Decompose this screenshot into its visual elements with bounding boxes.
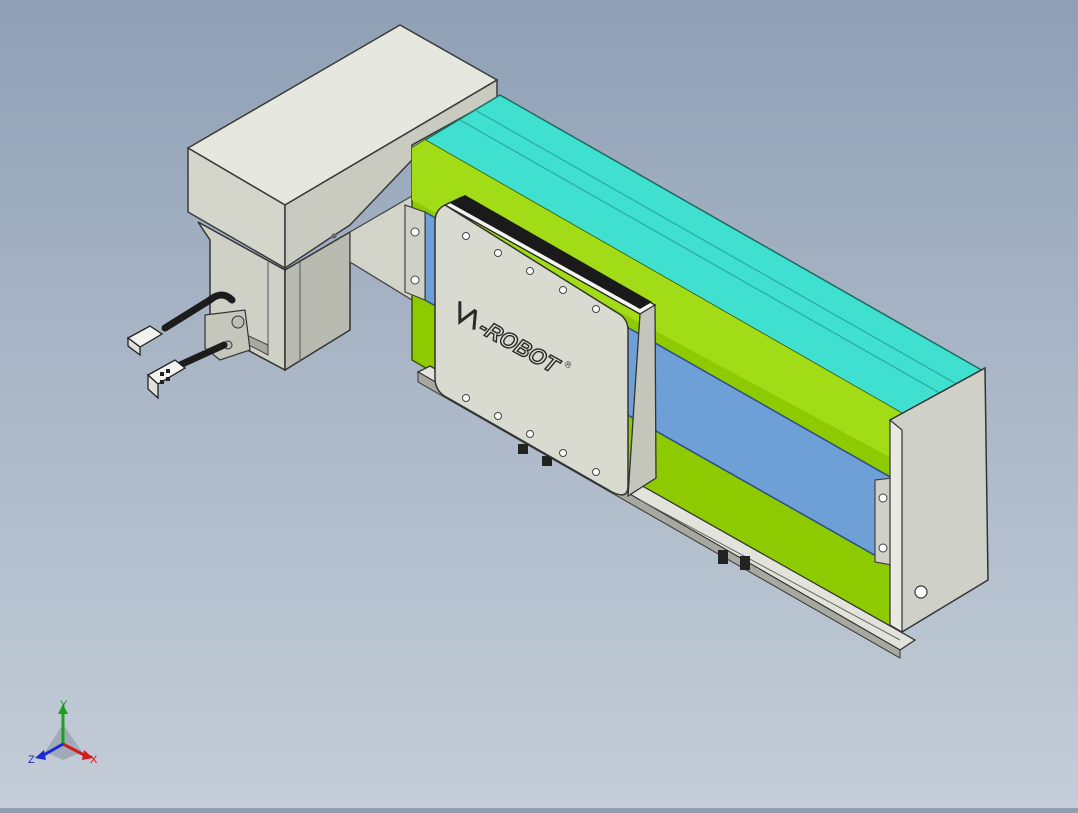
limit-sensor xyxy=(718,550,728,564)
orientation-triad[interactable]: Y X Z xyxy=(28,699,98,766)
z-axis-label: Z xyxy=(28,754,35,766)
limit-sensor xyxy=(740,556,750,570)
end-cap-hole xyxy=(914,585,928,599)
cad-viewport[interactable]: -ROBOT ® Y X Z xyxy=(0,0,1078,808)
y-axis-label: Y xyxy=(60,699,68,711)
cad-model-canvas[interactable]: -ROBOT ® Y X Z xyxy=(0,0,1078,808)
x-axis-label: X xyxy=(90,754,98,766)
limit-sensor xyxy=(518,444,528,454)
housing-screw xyxy=(331,233,337,239)
